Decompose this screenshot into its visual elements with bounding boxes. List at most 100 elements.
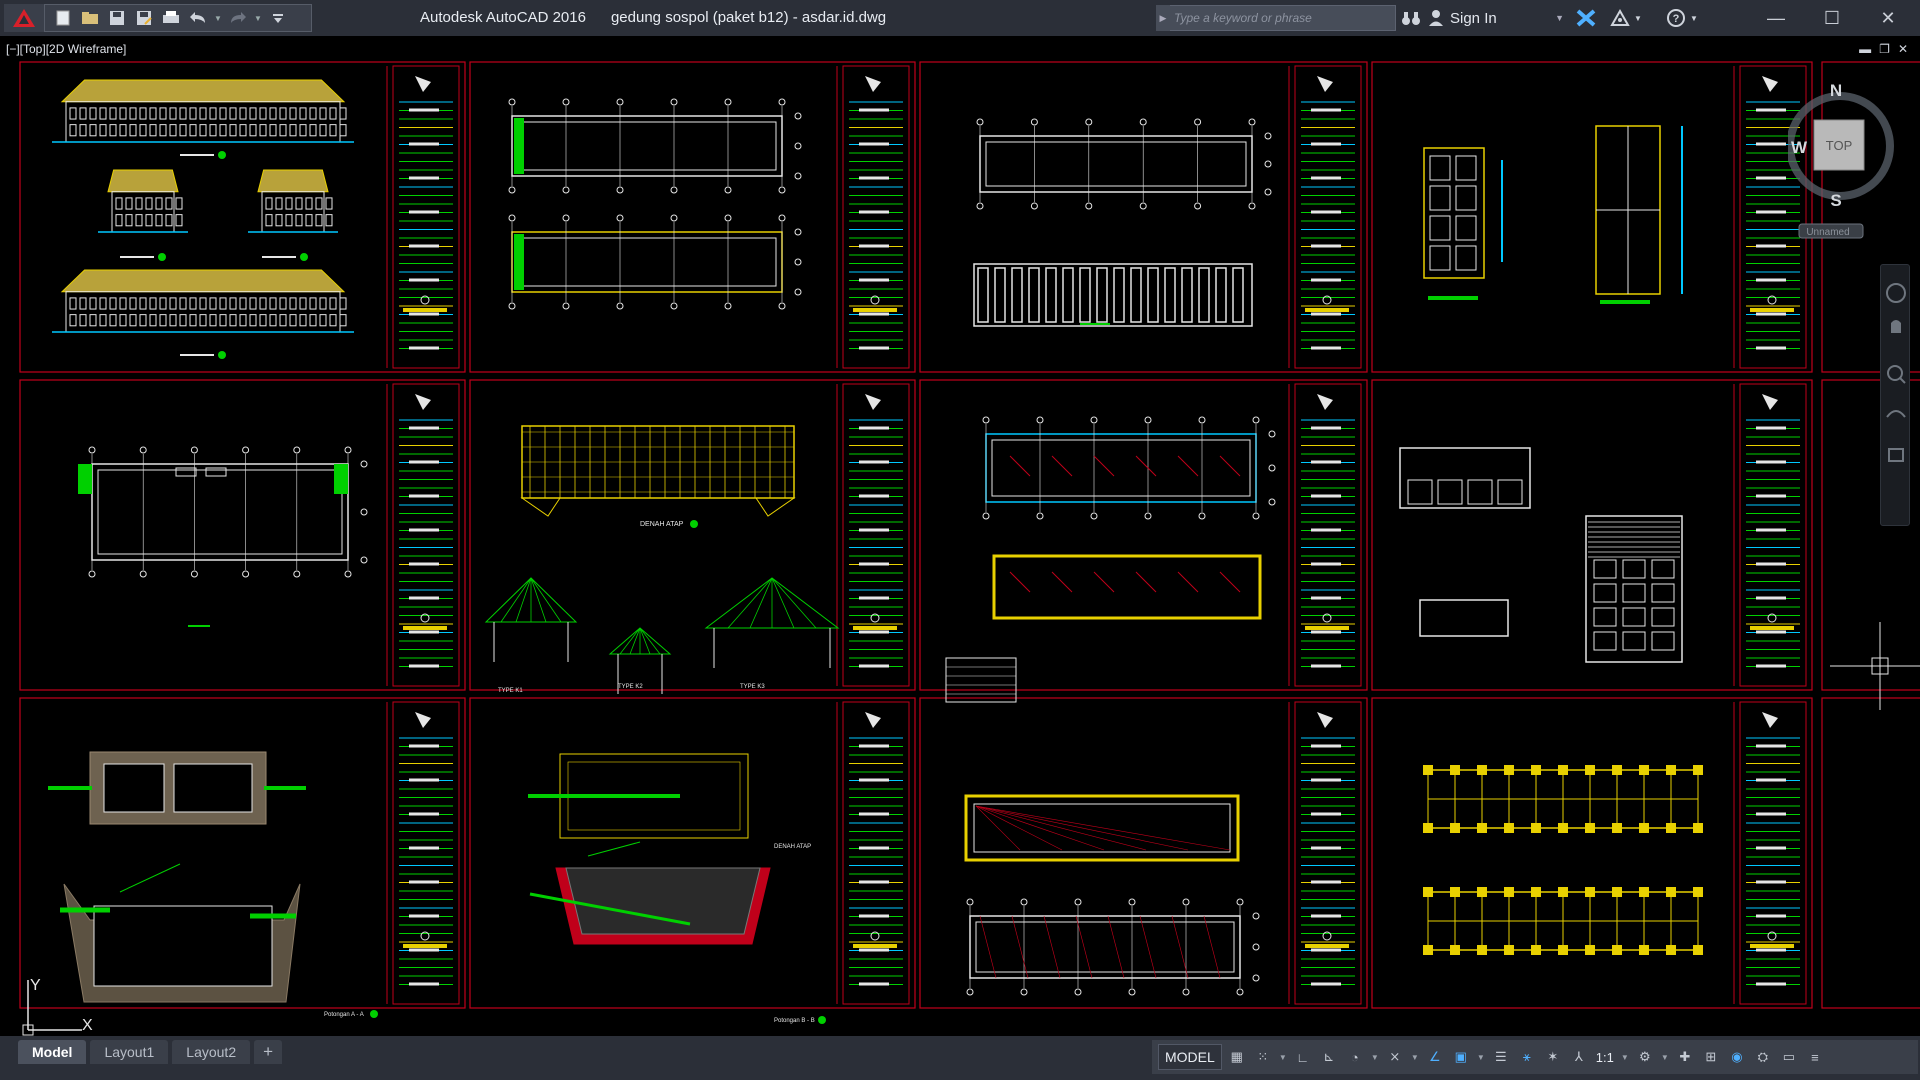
foundation-pad — [1028, 267, 1040, 323]
tab-layout2[interactable]: Layout2 — [172, 1040, 251, 1064]
floor-plan — [91, 463, 349, 561]
sheet-frame — [1371, 61, 1813, 373]
isometric-drafting-icon[interactable]: ⨯ — [1384, 1044, 1406, 1070]
title-block-text — [409, 664, 439, 668]
viewport-restore-icon[interactable]: ❐ — [1879, 42, 1890, 56]
scale-dropdown-icon[interactable]: ▼ — [1620, 1044, 1630, 1070]
workspace-gear-icon[interactable]: ⚙ — [1634, 1044, 1656, 1070]
sign-in-dropdown-icon[interactable]: ▼ — [1555, 13, 1564, 23]
lock-ui-icon[interactable]: ⛭ — [1752, 1044, 1774, 1070]
window — [269, 314, 277, 327]
pan-hand-icon[interactable] — [1891, 320, 1901, 333]
tab-layout1[interactable]: Layout1 — [90, 1040, 169, 1064]
help-dropdown-icon[interactable]: ▼ — [1688, 7, 1700, 29]
title-block-logo — [865, 394, 881, 410]
autodesk-exchange-icon[interactable] — [1574, 7, 1598, 29]
new-icon[interactable] — [51, 7, 75, 29]
clean-screen-icon[interactable]: ▭ — [1778, 1044, 1800, 1070]
window-elevation — [1419, 599, 1509, 637]
wiring-line — [1139, 915, 1157, 979]
binoculars-search-icon[interactable] — [1400, 7, 1422, 29]
isometric-dropdown-icon[interactable]: ▼ — [1410, 1044, 1420, 1070]
customize-toolbar-icon[interactable] — [266, 7, 290, 29]
annotation-scale-icon[interactable]: ⅄ — [1568, 1044, 1590, 1070]
grid-display-icon[interactable]: ▦ — [1226, 1044, 1248, 1070]
showmotion-icon[interactable] — [1888, 448, 1904, 462]
wiring-line — [1107, 915, 1125, 979]
infer-constraints-icon[interactable]: ∟ — [1292, 1044, 1314, 1070]
object-snap-tracking-icon[interactable]: ∠ — [1424, 1044, 1446, 1070]
object-snap-icon[interactable]: ▣ — [1450, 1044, 1472, 1070]
septic-chamber — [173, 763, 253, 813]
roof — [60, 269, 346, 293]
maximize-button[interactable]: ☐ — [1804, 0, 1860, 36]
window — [149, 297, 157, 310]
floor-plan — [979, 135, 1253, 193]
septic-section-inner — [93, 905, 273, 987]
plot-icon[interactable] — [159, 7, 183, 29]
quick-properties-icon[interactable]: ◉ — [1726, 1044, 1748, 1070]
window-pane — [1429, 155, 1451, 181]
lineweight-icon[interactable]: ☰ — [1490, 1044, 1512, 1070]
auto-scale-icon[interactable]: ✶ — [1542, 1044, 1564, 1070]
bottom-bar: Model Layout1 Layout2 + MODEL ▦ ⁙ ▼ ∟ ⊾ … — [0, 1036, 1920, 1080]
drawing-canvas[interactable]: DENAH ATAP TYPE K1 TYPE K2 TYPE K3 Potongan … — [0, 36, 1920, 1036]
annotation-visibility-icon[interactable]: ⚹ — [1516, 1044, 1538, 1070]
redo-dropdown-icon[interactable]: ▼ — [253, 7, 263, 29]
grid-bubble — [1268, 430, 1276, 438]
grid-bubble — [242, 446, 250, 454]
snap-mode-icon[interactable]: ⁙ — [1252, 1044, 1274, 1070]
minimize-button[interactable]: ― — [1748, 0, 1804, 36]
workspace-dropdown-icon[interactable]: ▼ — [1660, 1044, 1670, 1070]
redo-icon[interactable] — [226, 7, 250, 29]
annotation-scale-value[interactable]: 1:1 — [1594, 1050, 1616, 1065]
object-snap-dropdown-icon[interactable]: ▼ — [1476, 1044, 1486, 1070]
polar-dropdown-icon[interactable]: ▼ — [1370, 1044, 1380, 1070]
compass-north-label[interactable]: N — [1830, 81, 1842, 100]
window-pane — [1429, 215, 1451, 241]
window-pane — [1429, 185, 1451, 211]
compass-south-label[interactable]: S — [1830, 191, 1841, 210]
save-as-icon[interactable] — [132, 7, 156, 29]
annotation-monitor-icon[interactable]: ✚ — [1674, 1044, 1696, 1070]
search-expand-icon[interactable]: ▶ — [1156, 5, 1170, 31]
customization-menu-icon[interactable]: ≡ — [1804, 1044, 1826, 1070]
steering-wheel-icon[interactable] — [1886, 283, 1906, 303]
grid-bubble — [1268, 498, 1276, 506]
stay-connected-icon[interactable] — [1608, 7, 1632, 29]
orbit-icon[interactable] — [1886, 410, 1906, 418]
save-icon[interactable] — [105, 7, 129, 29]
septic-chamber — [103, 763, 165, 813]
open-icon[interactable] — [78, 7, 102, 29]
add-layout-button[interactable]: + — [254, 1040, 283, 1064]
window — [219, 124, 227, 137]
undo-icon[interactable] — [186, 7, 210, 29]
model-space-button[interactable]: MODEL — [1158, 1044, 1222, 1070]
close-button[interactable]: ✕ — [1860, 0, 1916, 36]
door-panel — [1651, 607, 1675, 627]
navbar-icons — [1886, 283, 1906, 462]
help-icon[interactable]: ? — [1664, 7, 1688, 29]
application-menu-button[interactable] — [4, 4, 44, 32]
viewcube[interactable]: TOP N W S Unnamed — [1788, 80, 1908, 240]
title-block-text — [1756, 880, 1786, 884]
stay-connected-dropdown-icon[interactable]: ▼ — [1632, 7, 1644, 29]
snap-dropdown-icon[interactable]: ▼ — [1278, 1044, 1288, 1070]
compass-west-label[interactable]: W — [1791, 138, 1808, 157]
ortho-mode-icon[interactable]: ⊾ — [1318, 1044, 1340, 1070]
search-input[interactable] — [1170, 5, 1396, 31]
title-block-text — [1756, 494, 1786, 498]
undo-dropdown-icon[interactable]: ▼ — [213, 7, 223, 29]
tab-model[interactable]: Model — [18, 1040, 87, 1064]
zoom-icon[interactable] — [1887, 365, 1903, 381]
window — [325, 197, 333, 210]
window — [259, 107, 267, 120]
viewport-close-icon[interactable]: ✕ — [1898, 42, 1908, 56]
polar-tracking-icon[interactable]: ◔ — [1344, 1044, 1366, 1070]
grid-bubble — [724, 214, 732, 222]
viewport-controls-label[interactable]: [−][Top][2D Wireframe] — [6, 42, 126, 56]
viewport-minimize-icon[interactable]: ▬ — [1859, 42, 1871, 56]
units-icon[interactable]: ⊞ — [1700, 1044, 1722, 1070]
pipe-line — [1009, 455, 1031, 477]
sign-in-button[interactable]: Sign In ▼ — [1428, 5, 1568, 31]
